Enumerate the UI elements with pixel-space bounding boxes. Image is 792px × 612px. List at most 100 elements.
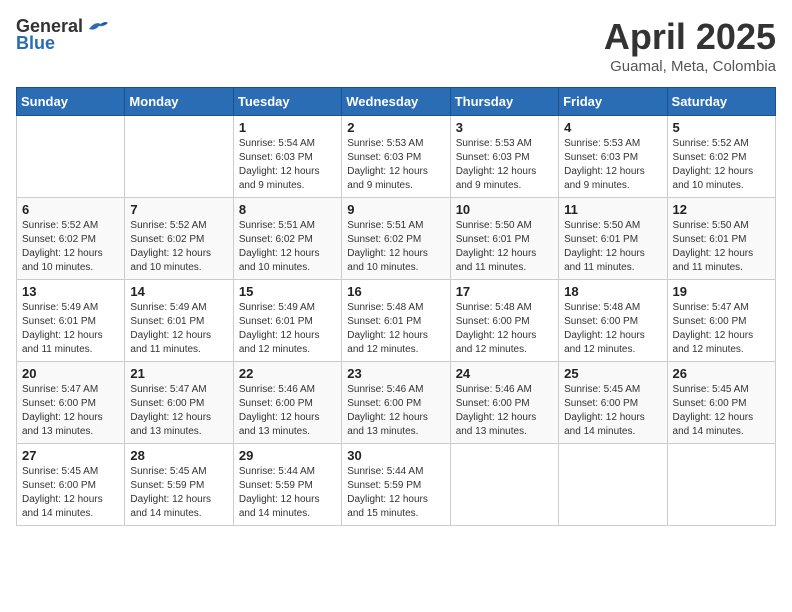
calendar-cell: 16Sunrise: 5:48 AM Sunset: 6:01 PM Dayli…	[342, 280, 450, 362]
calendar-cell: 8 Sunrise: 5:51 AM Sunset: 6:02 PM Daylig…	[233, 198, 341, 280]
calendar-cell: 4 Sunrise: 5:53 AM Sunset: 6:03 PM Daylig…	[559, 116, 667, 198]
calendar-cell: 23 Sunrise: 5:46 AM Sunset: 6:00 PM Dayli…	[342, 362, 450, 444]
calendar-cell: 19Sunrise: 5:47 AM Sunset: 6:00 PM Dayli…	[667, 280, 775, 362]
calendar-week-row: 1Sunrise: 5:54 AM Sunset: 6:03 PM Daylig…	[17, 116, 776, 198]
day-number: 4	[564, 120, 661, 135]
day-of-week-header: Tuesday	[233, 88, 341, 116]
day-info: Sunrise: 5:45 AM Sunset: 6:00 PM Dayligh…	[673, 383, 770, 439]
calendar-cell: 27 Sunrise: 5:45 AM Sunset: 6:00 PM Dayli…	[17, 444, 125, 526]
calendar-cell: 5 Sunrise: 5:52 AM Sunset: 6:02 PM Daylig…	[667, 116, 775, 198]
day-number: 23	[347, 366, 444, 381]
calendar-cell	[450, 444, 558, 526]
calendar-cell: 11 Sunrise: 5:50 AM Sunset: 6:01 PM Dayli…	[559, 198, 667, 280]
day-info: Sunrise: 5:45 AM Sunset: 6:00 PM Dayligh…	[22, 465, 119, 521]
day-number: 25	[564, 366, 661, 381]
day-info: Sunrise: 5:46 AM Sunset: 6:00 PM Dayligh…	[456, 383, 553, 439]
day-info: Sunrise: 5:50 AM Sunset: 6:01 PM Dayligh…	[673, 219, 770, 275]
calendar-week-row: 6 Sunrise: 5:52 AM Sunset: 6:02 PM Daylig…	[17, 198, 776, 280]
day-number: 24	[456, 366, 553, 381]
calendar-cell: 17 Sunrise: 5:48 AM Sunset: 6:00 PM Dayli…	[450, 280, 558, 362]
calendar-cell	[667, 444, 775, 526]
day-info: Sunrise: 5:47 AM Sunset: 6:00 PM Dayligh…	[130, 383, 227, 439]
logo-blue-text: Blue	[16, 33, 55, 54]
day-info: Sunrise: 5:46 AM Sunset: 6:00 PM Dayligh…	[347, 383, 444, 439]
day-number: 21	[130, 366, 227, 381]
calendar-cell	[125, 116, 233, 198]
day-number: 2	[347, 120, 444, 135]
calendar-cell: 9Sunrise: 5:51 AM Sunset: 6:02 PM Daylig…	[342, 198, 450, 280]
calendar-cell	[17, 116, 125, 198]
day-info: Sunrise: 5:52 AM Sunset: 6:02 PM Dayligh…	[22, 219, 119, 275]
day-info: Sunrise: 5:48 AM Sunset: 6:00 PM Dayligh…	[456, 301, 553, 357]
location: Guamal, Meta, Colombia	[604, 58, 776, 75]
day-number: 15	[239, 284, 336, 299]
calendar-cell: 2 Sunrise: 5:53 AM Sunset: 6:03 PM Daylig…	[342, 116, 450, 198]
day-info: Sunrise: 5:53 AM Sunset: 6:03 PM Dayligh…	[456, 137, 553, 193]
logo: General Blue	[16, 16, 109, 54]
calendar-cell: 6 Sunrise: 5:52 AM Sunset: 6:02 PM Daylig…	[17, 198, 125, 280]
calendar-header-row: SundayMondayTuesdayWednesdayThursdayFrid…	[17, 88, 776, 116]
day-number: 13	[22, 284, 119, 299]
calendar-cell: 22 Sunrise: 5:46 AM Sunset: 6:00 PM Dayli…	[233, 362, 341, 444]
calendar-cell: 28 Sunrise: 5:45 AM Sunset: 5:59 PM Dayli…	[125, 444, 233, 526]
calendar-cell: 30 Sunrise: 5:44 AM Sunset: 5:59 PM Dayli…	[342, 444, 450, 526]
day-number: 8	[239, 202, 336, 217]
day-number: 17	[456, 284, 553, 299]
day-of-week-header: Friday	[559, 88, 667, 116]
day-info: Sunrise: 5:45 AM Sunset: 6:00 PM Dayligh…	[564, 383, 661, 439]
day-of-week-header: Wednesday	[342, 88, 450, 116]
calendar-cell: 15 Sunrise: 5:49 AM Sunset: 6:01 PM Dayli…	[233, 280, 341, 362]
day-info: Sunrise: 5:49 AM Sunset: 6:01 PM Dayligh…	[130, 301, 227, 357]
calendar-cell: 25 Sunrise: 5:45 AM Sunset: 6:00 PM Dayli…	[559, 362, 667, 444]
day-info: Sunrise: 5:45 AM Sunset: 5:59 PM Dayligh…	[130, 465, 227, 521]
day-number: 9	[347, 202, 444, 217]
day-info: Sunrise: 5:48 AM Sunset: 6:01 PM Dayligh…	[347, 301, 444, 357]
day-number: 11	[564, 202, 661, 217]
day-info: Sunrise: 5:53 AM Sunset: 6:03 PM Dayligh…	[564, 137, 661, 193]
day-info: Sunrise: 5:44 AM Sunset: 5:59 PM Dayligh…	[347, 465, 444, 521]
day-info: Sunrise: 5:52 AM Sunset: 6:02 PM Dayligh…	[673, 137, 770, 193]
day-number: 6	[22, 202, 119, 217]
day-number: 27	[22, 448, 119, 463]
day-number: 20	[22, 366, 119, 381]
day-number: 28	[130, 448, 227, 463]
calendar-week-row: 20 Sunrise: 5:47 AM Sunset: 6:00 PM Dayli…	[17, 362, 776, 444]
day-info: Sunrise: 5:51 AM Sunset: 6:02 PM Dayligh…	[239, 219, 336, 275]
day-number: 1	[239, 120, 336, 135]
calendar-cell: 7 Sunrise: 5:52 AM Sunset: 6:02 PM Daylig…	[125, 198, 233, 280]
calendar-cell: 29Sunrise: 5:44 AM Sunset: 5:59 PM Dayli…	[233, 444, 341, 526]
day-number: 26	[673, 366, 770, 381]
day-info: Sunrise: 5:46 AM Sunset: 6:00 PM Dayligh…	[239, 383, 336, 439]
day-info: Sunrise: 5:53 AM Sunset: 6:03 PM Dayligh…	[347, 137, 444, 193]
calendar-cell: 10 Sunrise: 5:50 AM Sunset: 6:01 PM Dayli…	[450, 198, 558, 280]
day-info: Sunrise: 5:50 AM Sunset: 6:01 PM Dayligh…	[456, 219, 553, 275]
day-number: 30	[347, 448, 444, 463]
month-year: April 2025	[604, 16, 776, 58]
page-header: General Blue April 2025 Guamal, Meta, Co…	[16, 16, 776, 75]
day-number: 5	[673, 120, 770, 135]
day-number: 29	[239, 448, 336, 463]
day-info: Sunrise: 5:48 AM Sunset: 6:00 PM Dayligh…	[564, 301, 661, 357]
day-info: Sunrise: 5:50 AM Sunset: 6:01 PM Dayligh…	[564, 219, 661, 275]
day-number: 7	[130, 202, 227, 217]
day-info: Sunrise: 5:49 AM Sunset: 6:01 PM Dayligh…	[239, 301, 336, 357]
day-number: 10	[456, 202, 553, 217]
calendar-cell: 3 Sunrise: 5:53 AM Sunset: 6:03 PM Daylig…	[450, 116, 558, 198]
calendar-cell: 12Sunrise: 5:50 AM Sunset: 6:01 PM Dayli…	[667, 198, 775, 280]
calendar-cell: 13 Sunrise: 5:49 AM Sunset: 6:01 PM Dayli…	[17, 280, 125, 362]
day-info: Sunrise: 5:52 AM Sunset: 6:02 PM Dayligh…	[130, 219, 227, 275]
day-of-week-header: Thursday	[450, 88, 558, 116]
calendar-week-row: 13 Sunrise: 5:49 AM Sunset: 6:01 PM Dayli…	[17, 280, 776, 362]
day-number: 18	[564, 284, 661, 299]
calendar-cell: 18 Sunrise: 5:48 AM Sunset: 6:00 PM Dayli…	[559, 280, 667, 362]
calendar-cell: 26 Sunrise: 5:45 AM Sunset: 6:00 PM Dayli…	[667, 362, 775, 444]
day-number: 3	[456, 120, 553, 135]
day-info: Sunrise: 5:49 AM Sunset: 6:01 PM Dayligh…	[22, 301, 119, 357]
calendar-cell	[559, 444, 667, 526]
logo-bird-icon	[87, 19, 109, 35]
day-of-week-header: Monday	[125, 88, 233, 116]
calendar-cell: 20Sunrise: 5:47 AM Sunset: 6:00 PM Dayli…	[17, 362, 125, 444]
day-number: 22	[239, 366, 336, 381]
calendar-cell: 14Sunrise: 5:49 AM Sunset: 6:01 PM Dayli…	[125, 280, 233, 362]
calendar-week-row: 27 Sunrise: 5:45 AM Sunset: 6:00 PM Dayli…	[17, 444, 776, 526]
